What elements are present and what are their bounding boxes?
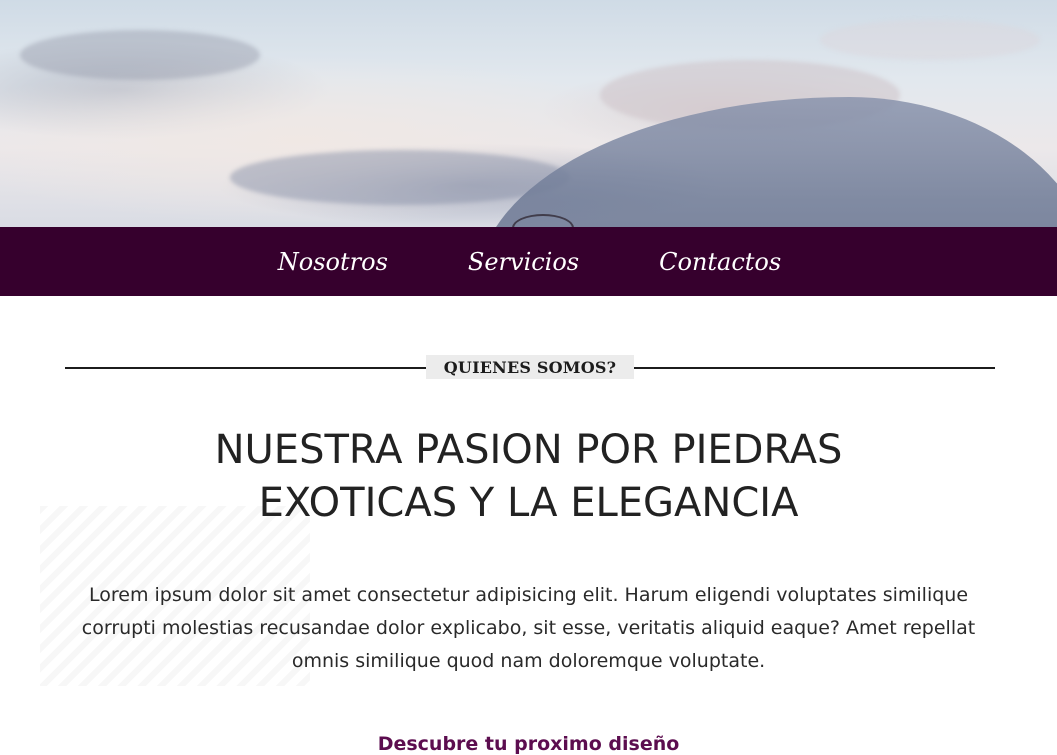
cloud-wisp bbox=[820, 20, 1040, 60]
section-heading-divider: QUIENES SOMOS? bbox=[65, 355, 995, 381]
divider-line-right bbox=[634, 367, 995, 369]
cloud-wisp bbox=[20, 30, 260, 80]
nav-link-contactos[interactable]: Contactos bbox=[657, 248, 781, 276]
hero-banner bbox=[0, 0, 1057, 227]
main-navbar: Nosotros Servicios Contactos bbox=[0, 227, 1057, 296]
about-section: QUIENES SOMOS? NUESTRA PASION POR PIEDRA… bbox=[0, 296, 1057, 755]
divider-line-left bbox=[65, 367, 426, 369]
page-headline: NUESTRA PASION POR PIEDRAS EXOTICAS Y LA… bbox=[150, 424, 907, 530]
discover-design-link[interactable]: Descubre tu proximo diseño bbox=[0, 733, 1057, 755]
cloud-wisp bbox=[230, 150, 570, 205]
nav-link-nosotros[interactable]: Nosotros bbox=[276, 248, 388, 276]
about-body-text: Lorem ipsum dolor sit amet consectetur a… bbox=[81, 584, 976, 672]
nav-link-servicios[interactable]: Servicios bbox=[466, 248, 579, 276]
cloud-bank bbox=[477, 97, 1057, 227]
section-label: QUIENES SOMOS? bbox=[426, 355, 634, 379]
headline-line-1: NUESTRA PASION POR PIEDRAS bbox=[214, 427, 843, 473]
headline-line-2: EXOTICAS Y LA ELEGANCIA bbox=[258, 480, 799, 526]
